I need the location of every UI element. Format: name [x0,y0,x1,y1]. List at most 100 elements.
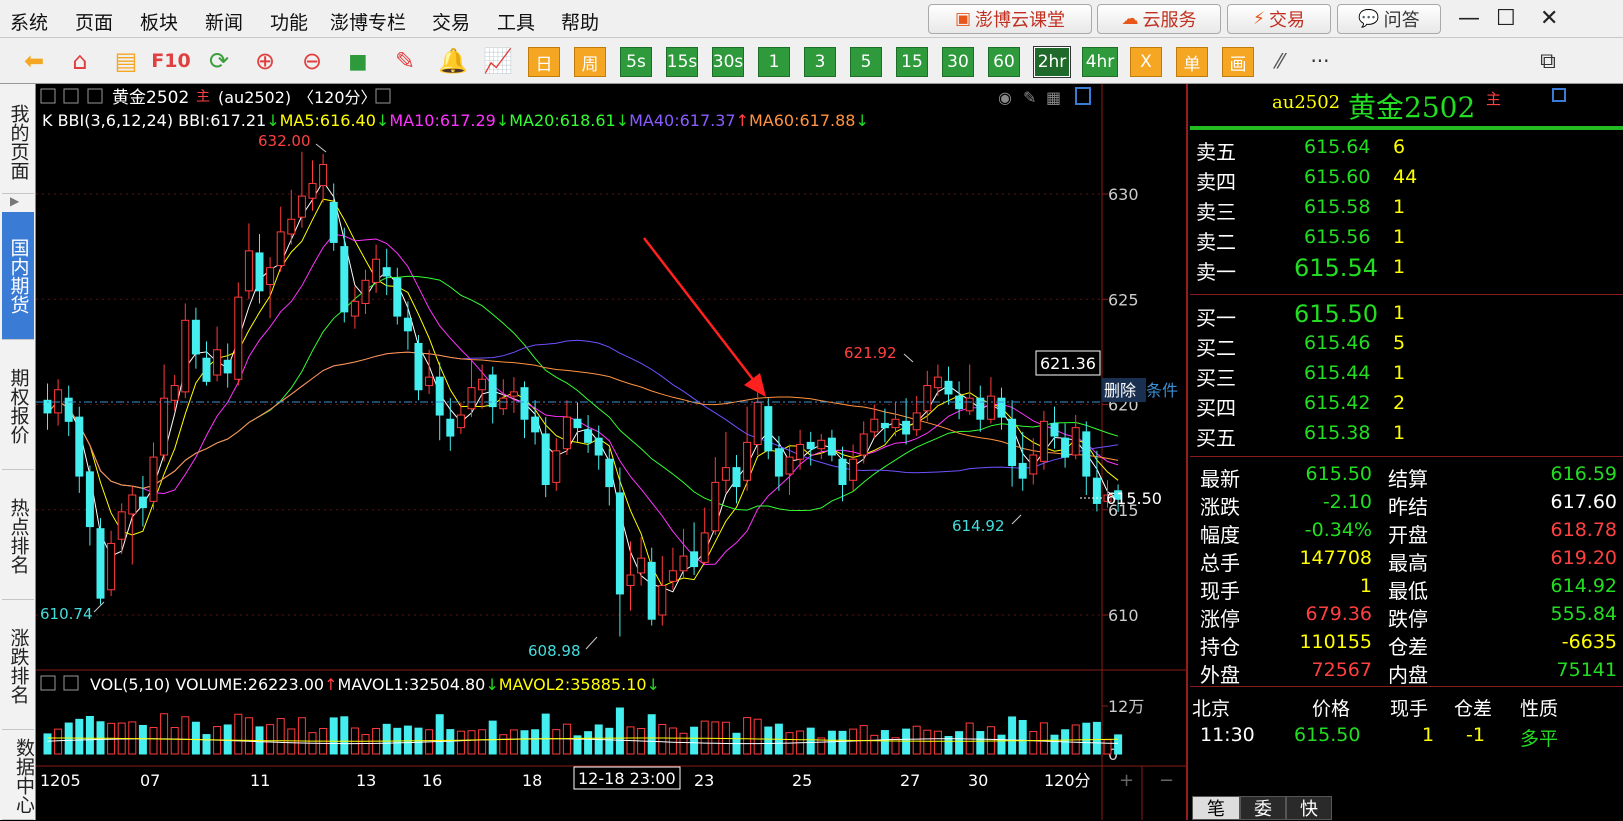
undock-icon[interactable]: ⧉ [1532,45,1564,77]
volume-bar [1082,722,1091,755]
menu-page[interactable]: 页面 [75,8,113,35]
window-icon[interactable]: ◼ [342,45,374,77]
kline-chart-panel[interactable]: 黄金2502 主 (au2502) 〈120分〉 ◉ ✎ ▦ K BBI(3,6… [36,84,1188,820]
news-icon[interactable]: ▤ [110,45,142,77]
close-button[interactable]: ✕ [1540,6,1558,31]
candle-body [902,420,911,435]
expand-arrow-icon[interactable]: ▶ [10,194,19,208]
indicator-segment: MA20:618.61 [509,111,615,130]
candle-body [562,416,571,450]
tab-orders[interactable]: 委 [1240,796,1286,820]
alarm-bell-icon[interactable]: 🔔 [437,45,469,77]
maximize-button[interactable]: ☐ [1496,6,1516,31]
sidebar-tab-my-page[interactable]: 我的页面 [2,90,34,194]
pen-icon[interactable]: ✎ [389,45,421,77]
indicator-segment: ↓ [376,111,389,130]
period-15[interactable]: 15 [896,47,928,77]
ask-label: 卖三 [1196,200,1236,224]
period-week[interactable]: 周 [574,47,606,77]
more-button[interactable]: ··· [1304,45,1336,77]
condition-button[interactable]: 条件 [1146,381,1178,400]
period-5[interactable]: 5 [850,47,882,77]
sidebar-tab-change-rank[interactable]: 涨跌排名 [2,602,34,730]
period-15s[interactable]: 15s [666,47,698,77]
period-30[interactable]: 30 [942,47,974,77]
minimize-button[interactable]: — [1458,6,1480,31]
candle-body [350,300,359,317]
delete-button[interactable]: 删除 [1104,381,1136,400]
menu-tools[interactable]: 工具 [497,8,535,35]
quote-layout-icon[interactable] [1552,88,1566,102]
trend-icon[interactable]: 📈 [482,45,514,77]
candle-body [276,231,285,267]
period-2hr[interactable]: 2hr [1033,46,1071,78]
qa-button[interactable]: 💬 问答 [1337,4,1441,34]
ask-volume: 6 [1393,136,1406,158]
zoom-plus-button[interactable]: + [1119,770,1134,791]
zoom-minus-button[interactable]: − [1159,770,1174,791]
dropdown-icon[interactable] [63,675,79,691]
period-3[interactable]: 3 [804,47,836,77]
period-1[interactable]: 1 [758,47,790,77]
ask-label: 卖五 [1196,140,1236,164]
candle-body [573,418,582,429]
candle-body [54,389,63,414]
volume-bar [870,734,879,755]
x-button[interactable]: X [1130,47,1162,77]
period-30s[interactable]: 30s [712,47,744,77]
price-tick-label: 630 [1108,185,1139,204]
menu-help[interactable]: 帮助 [561,8,599,35]
zoom-in-icon[interactable]: ⊕ [249,45,281,77]
menu-news[interactable]: 新闻 [205,8,243,35]
candle-body [213,349,222,376]
home-icon[interactable]: ⌂ [64,45,96,77]
menu-trade[interactable]: 交易 [432,8,470,35]
volume-bar [753,718,762,755]
candle-body [393,277,402,317]
period-4hr[interactable]: 4hr [1082,47,1118,77]
period-60[interactable]: 60 [988,47,1020,77]
sidebar-tab-domestic-futures[interactable]: 国内期货 [2,212,34,340]
back-arrow-icon[interactable]: ⬅ [18,45,50,77]
sidebar-tab-label: 期权报价 [7,367,30,444]
draw-button[interactable]: 画 [1222,47,1254,77]
eye-icon[interactable]: ◉ [998,88,1012,107]
grid-icon[interactable]: ▦ [1046,88,1061,107]
low-label-608: 608.98 [528,642,581,660]
sidebar-tab-options[interactable]: 期权报价 [2,342,34,470]
ask-price: 615.56 [1304,226,1371,248]
sidebar-tab-data-center[interactable]: 数据中心 [2,732,34,820]
refresh-icon[interactable]: ⟳ [203,45,235,77]
sidebar-tab-hot-rank[interactable]: 热点排名 [2,472,34,600]
period-day[interactable]: 日 [528,47,560,77]
menu-sector[interactable]: 板块 [140,8,178,35]
instrument-code: (au2502) [218,88,291,107]
kline-chart[interactable]: 黄金2502 主 (au2502) 〈120分〉 ◉ ✎ ▦ K BBI(3,6… [36,84,1188,820]
menu-system[interactable]: 系统 [10,8,48,35]
edit-icon[interactable]: ✎ [1023,88,1036,107]
classroom-button[interactable]: ▣ 澎博云课堂 [928,4,1092,34]
sidebar-tab-label: 涨跌排名 [7,627,30,704]
instrument-title: 黄金2502 [112,88,189,108]
tab-quick[interactable]: 快 [1286,796,1332,820]
menu-column[interactable]: 澎博专栏 [330,8,406,35]
line-tool-icon[interactable]: ⁄⁄ [1264,45,1296,77]
candle-body [107,542,116,591]
trade-button[interactable]: ⚡ 交易 [1227,4,1331,34]
candle-body [1061,437,1070,458]
tab-ticks[interactable]: 笔 [1192,796,1240,820]
f10-button[interactable]: F10 [151,45,190,77]
volume-bar [276,718,285,755]
cloud-service-button[interactable]: ☁ 云服务 [1097,4,1221,34]
volume-bar [690,726,699,755]
period-5s[interactable]: 5s [620,47,652,77]
order-button[interactable]: 单 [1176,47,1208,77]
candle-body [870,418,879,433]
date-tick-label: 30 [968,771,988,790]
candle-body [1008,418,1017,467]
zoom-out-icon[interactable]: ⊖ [296,45,328,77]
menu-function[interactable]: 功能 [270,8,308,35]
volume-legend-segment: MAVOL2:35885.10 [499,675,647,694]
candle-body [965,397,974,412]
panel-toggle-icon[interactable] [40,675,56,691]
